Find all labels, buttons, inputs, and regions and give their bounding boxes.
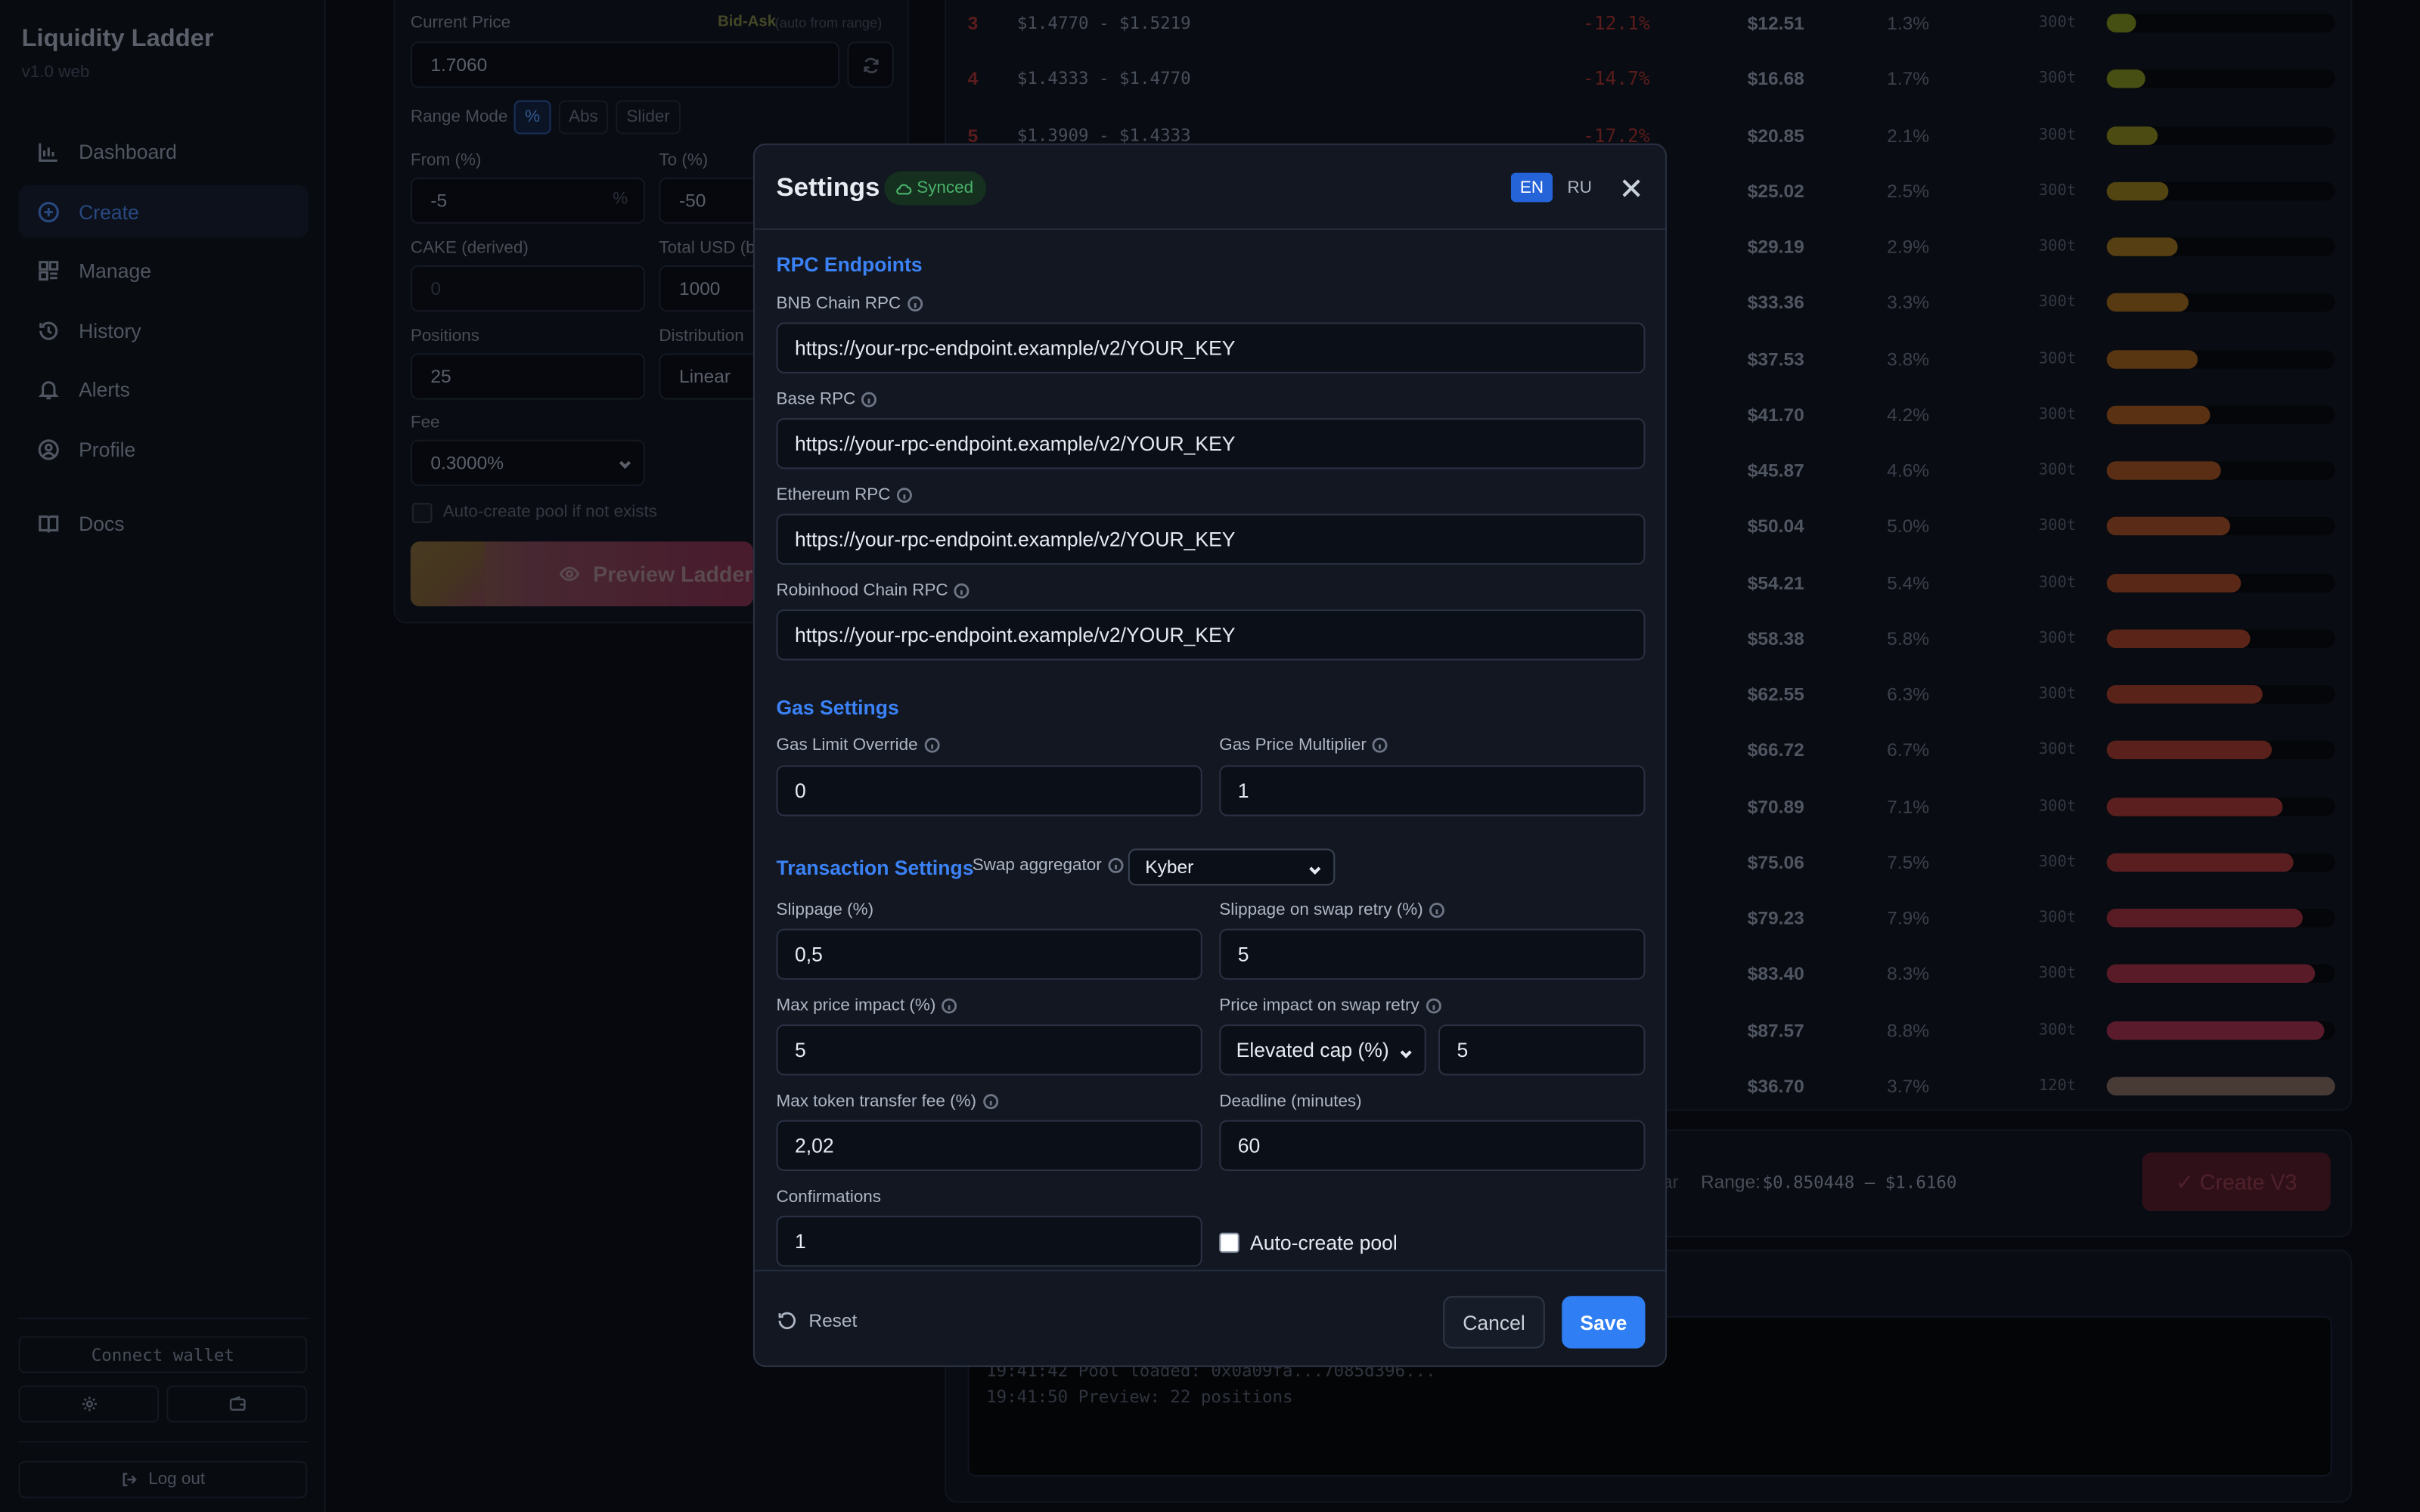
save-button[interactable]: Save [1562, 1296, 1646, 1349]
ethereum-rpc-label-text: Ethereum RPC [776, 485, 891, 505]
transaction-section-title: Transaction Settings [776, 856, 974, 880]
max-price-impact-label: Max price impact (%) [777, 996, 957, 1015]
info-icon[interactable] [954, 583, 970, 599]
deadline-label: Deadline (minutes) [1219, 1092, 1362, 1111]
modal-header: Settings Synced EN RU [754, 145, 1666, 231]
modal-footer: Reset Cancel Save [754, 1269, 1666, 1366]
swap-aggregator-label-text: Swap aggregator [972, 856, 1102, 875]
lang-en-button[interactable]: EN [1510, 172, 1553, 203]
rpc-section-title: RPC Endpoints [776, 253, 923, 277]
gas-multiplier-label-text: Gas Price Multiplier [1219, 736, 1367, 754]
price-impact-retry-label-text: Price impact on swap retry [1219, 996, 1419, 1015]
info-icon[interactable] [896, 488, 912, 503]
deadline-input[interactable]: 60 [1219, 1120, 1646, 1171]
max-price-impact-input[interactable]: 5 [776, 1024, 1202, 1076]
price-impact-retry-input[interactable]: 5 [1438, 1024, 1646, 1076]
robinhood-rpc-label-text: Robinhood Chain RPC [776, 581, 948, 600]
gas-limit-label-text: Gas Limit Override [776, 736, 918, 754]
close-icon [1622, 179, 1640, 197]
max-price-impact-label-text: Max price impact (%) [776, 996, 936, 1015]
slippage-label: Slippage (%) [776, 900, 874, 920]
reset-icon [778, 1312, 796, 1330]
max-transfer-fee-label: Max token transfer fee (%) [777, 1092, 998, 1111]
auto-create-pool-label: Auto-create pool [1250, 1231, 1398, 1255]
swap-aggregator-value: Kyber [1145, 856, 1194, 878]
synced-label: Synced [917, 178, 974, 198]
settings-modal: Settings Synced EN RU RPC Endpoints BNB … [752, 143, 1668, 1368]
base-rpc-label-text: Base RPC [776, 390, 856, 409]
info-icon[interactable] [861, 392, 877, 407]
ethereum-rpc-input[interactable]: https://your-rpc-endpoint.example/v2/YOU… [776, 513, 1646, 565]
robinhood-rpc-label: Robinhood Chain RPC [777, 581, 970, 600]
info-icon[interactable] [924, 737, 940, 753]
info-icon[interactable] [942, 998, 957, 1014]
bnb-rpc-label-text: BNB Chain RPC [776, 294, 901, 314]
bnb-rpc-input[interactable]: https://your-rpc-endpoint.example/v2/YOU… [776, 322, 1646, 373]
info-icon[interactable] [982, 1094, 998, 1110]
chevron-down-icon [1398, 1043, 1413, 1058]
reset-label: Reset [808, 1309, 858, 1332]
close-button[interactable] [1618, 175, 1646, 203]
max-transfer-fee-label-text: Max token transfer fee (%) [776, 1092, 977, 1111]
lang-ru-button[interactable]: RU [1560, 173, 1599, 203]
confirmations-input[interactable]: 1 [776, 1216, 1202, 1267]
slippage-input[interactable]: 0,5 [776, 928, 1202, 980]
info-icon[interactable] [1429, 903, 1445, 919]
auto-create-pool-checkbox[interactable] [1219, 1232, 1239, 1253]
gas-limit-label: Gas Limit Override [777, 736, 940, 754]
gas-section-title: Gas Settings [776, 696, 899, 720]
modal-title: Settings [776, 172, 880, 203]
info-icon[interactable] [1426, 998, 1441, 1014]
price-impact-retry-mode-select[interactable]: Elevated cap (%) [1219, 1024, 1426, 1076]
slippage-retry-input[interactable]: 5 [1219, 928, 1646, 980]
base-rpc-input[interactable]: https://your-rpc-endpoint.example/v2/YOU… [776, 418, 1646, 469]
app-root: Liquidity Ladder v1.0 web Dashboard Crea… [0, 0, 2420, 1512]
cloud-icon [896, 183, 912, 194]
max-transfer-fee-input[interactable]: 2,02 [776, 1120, 1202, 1171]
robinhood-rpc-input[interactable]: https://your-rpc-endpoint.example/v2/YOU… [776, 609, 1646, 661]
bnb-rpc-label: BNB Chain RPC [777, 295, 923, 313]
price-impact-retry-mode-value: Elevated cap (%) [1236, 1038, 1389, 1062]
gas-limit-input[interactable]: 0 [776, 765, 1202, 816]
slippage-retry-label-text: Slippage on swap retry (%) [1219, 900, 1423, 920]
gas-multiplier-label: Gas Price Multiplier [1219, 736, 1388, 754]
info-icon[interactable] [1108, 857, 1124, 873]
reset-button[interactable]: Reset [777, 1309, 858, 1332]
ethereum-rpc-label: Ethereum RPC [777, 486, 913, 504]
synced-badge: Synced [884, 171, 986, 206]
swap-aggregator-label: Swap aggregator [973, 857, 1124, 875]
swap-aggregator-select[interactable]: Kyber [1128, 848, 1336, 886]
base-rpc-label: Base RPC [776, 390, 877, 409]
cancel-button[interactable]: Cancel [1443, 1296, 1545, 1349]
price-impact-retry-label: Price impact on swap retry [1219, 996, 1441, 1015]
info-icon[interactable] [907, 296, 923, 312]
slippage-retry-label: Slippage on swap retry (%) [1219, 900, 1445, 920]
confirmations-label: Confirmations [776, 1188, 882, 1207]
gas-multiplier-input[interactable]: 1 [1219, 765, 1646, 816]
chevron-down-icon [1308, 860, 1323, 875]
info-icon[interactable] [1373, 737, 1388, 753]
